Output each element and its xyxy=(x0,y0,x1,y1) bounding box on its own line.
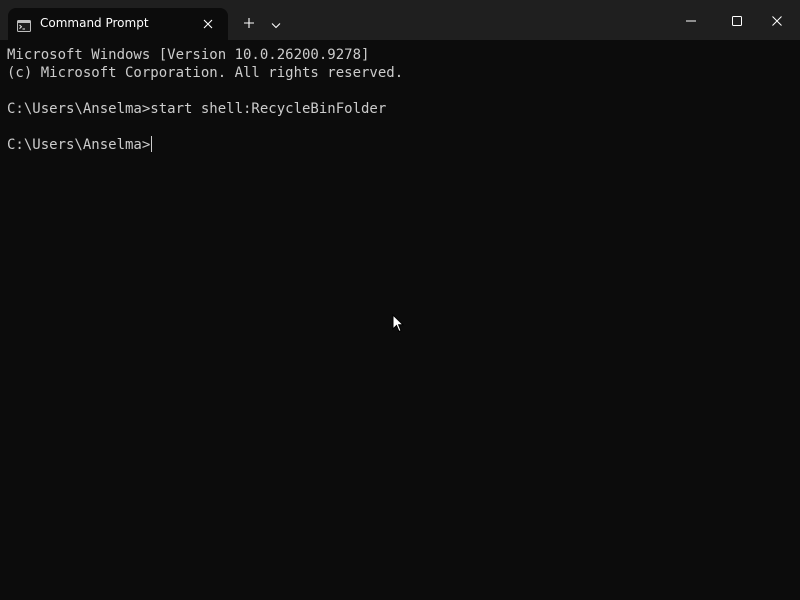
console-line: (c) Microsoft Corporation. All rights re… xyxy=(7,65,404,81)
console-line: C:\Users\Anselma>start shell:RecycleBinF… xyxy=(7,101,387,117)
new-tab-button[interactable] xyxy=(236,12,262,34)
command-prompt-icon xyxy=(17,17,31,32)
minimize-icon xyxy=(686,11,696,30)
chevron-down-icon xyxy=(271,14,281,33)
text-cursor xyxy=(151,136,153,152)
plus-icon xyxy=(243,14,255,33)
title-bar[interactable]: Command Prompt xyxy=(0,0,800,40)
terminal-window: Command Prompt Microsoft Windows [Versio… xyxy=(0,0,800,600)
maximize-icon xyxy=(732,11,742,30)
tab-dropdown-button[interactable] xyxy=(266,12,286,34)
minimize-button[interactable] xyxy=(668,0,714,40)
console-prompt-line[interactable]: C:\Users\Anselma> xyxy=(7,136,800,154)
tab-command-prompt[interactable]: Command Prompt xyxy=(8,8,228,40)
tab-close-icon[interactable] xyxy=(198,14,218,34)
mouse-pointer-icon xyxy=(392,313,405,333)
console-line: Microsoft Windows [Version 10.0.26200.92… xyxy=(7,47,370,63)
tab-title: Command Prompt xyxy=(40,16,149,30)
close-button[interactable] xyxy=(754,0,800,40)
console-prompt: C:\Users\Anselma> xyxy=(7,137,151,153)
close-icon xyxy=(772,11,782,30)
